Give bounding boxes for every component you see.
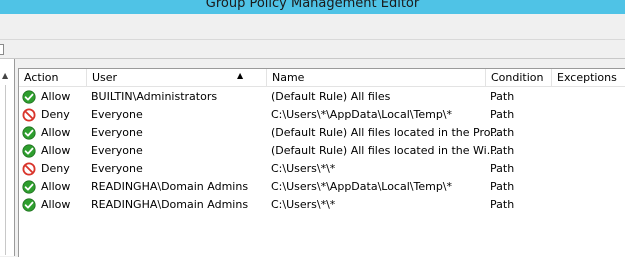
deny-icon <box>22 108 36 122</box>
rule-name: (Default Rule) All files <box>271 90 391 103</box>
allow-icon <box>22 126 36 140</box>
column-header-exceptions[interactable]: Exceptions <box>552 69 625 87</box>
allow-icon <box>22 180 36 194</box>
rule-name: C:\Users\*\* <box>271 162 336 175</box>
rule-user: Everyone <box>91 144 143 157</box>
rule-user: READINGHA\Domain Admins <box>91 180 249 193</box>
console-strip <box>0 40 625 59</box>
rules-list: Action User ▲ Name Condition Exceptions … <box>18 68 625 257</box>
column-header-name[interactable]: Name <box>267 69 486 87</box>
rule-user: Everyone <box>91 126 143 139</box>
rule-name: C:\Users\*\* <box>271 198 336 211</box>
column-header-action[interactable]: Action <box>19 69 87 87</box>
table-row[interactable]: Allow READINGHA\Domain Admins C:\Users\*\A… <box>19 178 625 196</box>
navigation-pane: ▲ <box>0 59 15 256</box>
allow-icon <box>22 90 36 104</box>
table-row[interactable]: Allow Everyone (Default Rule) All files lo… <box>19 124 625 142</box>
rule-action: Allow <box>41 126 71 139</box>
rule-action: Deny <box>41 108 70 121</box>
table-row[interactable]: Allow READINGHA\Domain Admins C:\Users\*\*… <box>19 196 625 214</box>
rule-name: C:\Users\*\AppData\Local\Temp\* <box>271 108 453 121</box>
rule-condition: Path <box>490 162 515 175</box>
rule-action: Allow <box>41 180 71 193</box>
window-title: Group Policy Management Editor <box>205 0 420 11</box>
rule-user: Everyone <box>91 108 143 121</box>
column-header-condition[interactable]: Condition <box>486 69 552 87</box>
rule-action: Allow <box>41 198 71 211</box>
rule-action: Deny <box>41 162 70 175</box>
allow-icon <box>22 198 36 212</box>
rule-action: Allow <box>41 144 71 157</box>
rule-condition: Path <box>490 144 515 157</box>
column-header-user[interactable]: User ▲ <box>87 69 267 87</box>
pane-grip-icon[interactable] <box>0 44 4 55</box>
scroll-up-icon[interactable]: ▲ <box>2 71 8 80</box>
rule-user: BUILTIN\Administrators <box>91 90 218 103</box>
rule-condition: Path <box>490 126 515 139</box>
table-row[interactable]: Allow BUILTIN\Administrators (Default Rule… <box>19 88 625 106</box>
column-header-user-label: User <box>92 71 118 84</box>
rule-action: Allow <box>41 90 71 103</box>
deny-icon <box>22 162 36 176</box>
toolbar <box>0 14 625 40</box>
rule-condition: Path <box>490 90 515 103</box>
allow-icon <box>22 144 36 158</box>
rule-name: C:\Users\*\AppData\Local\Temp\* <box>271 180 453 193</box>
scrollbar-track[interactable] <box>5 85 6 255</box>
table-row[interactable]: Deny Everyone C:\Users\*\AppData\Local\Tem… <box>19 106 625 124</box>
rule-condition: Path <box>490 180 515 193</box>
table-row[interactable]: Allow Everyone (Default Rule) All files lo… <box>19 142 625 160</box>
rule-condition: Path <box>490 198 515 211</box>
table-row[interactable]: Deny Everyone C:\Users\*\* Path <box>19 160 625 178</box>
rule-name: (Default Rule) All files located in the … <box>271 126 501 139</box>
rule-condition: Path <box>490 108 515 121</box>
rule-user: READINGHA\Domain Admins <box>91 198 249 211</box>
rule-user: Everyone <box>91 162 143 175</box>
title-bar: Group Policy Management Editor <box>0 0 625 14</box>
rule-name: (Default Rule) All files located in the … <box>271 144 498 157</box>
sort-ascending-icon: ▲ <box>237 71 244 80</box>
